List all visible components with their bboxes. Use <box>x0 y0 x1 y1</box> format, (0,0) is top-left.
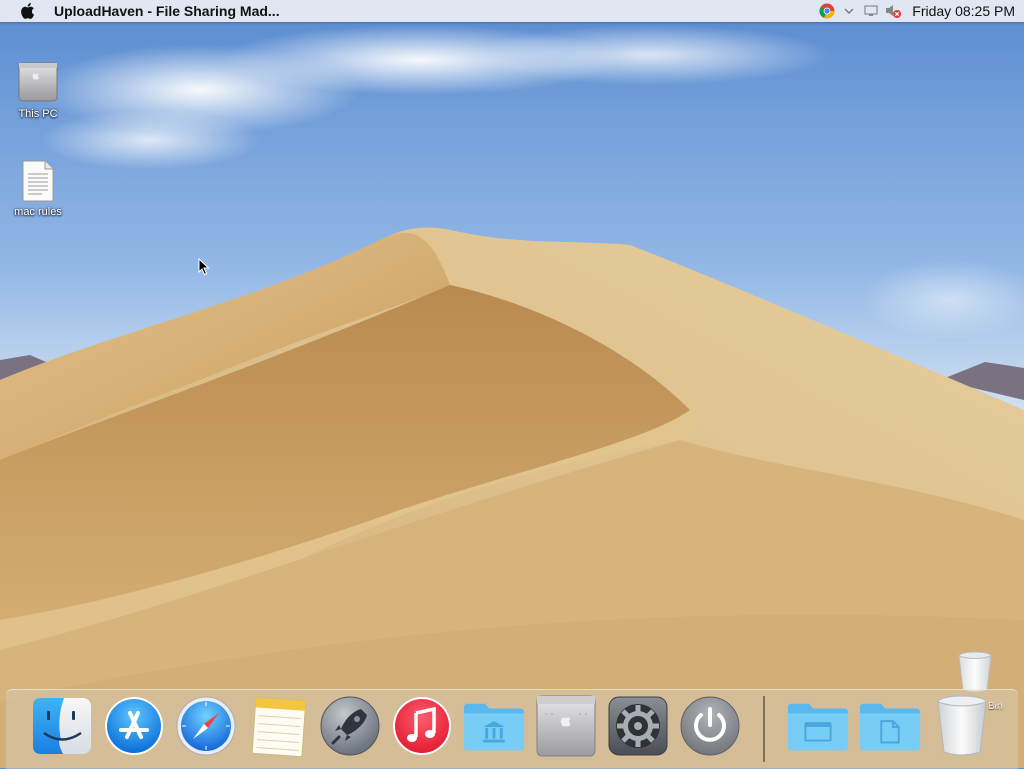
dock-item-documents-folder[interactable] <box>786 694 850 758</box>
dock-item-files-folder[interactable] <box>858 694 922 758</box>
menu-bar-tray: Friday 08:25 PM <box>818 0 1024 22</box>
desktop-wallpaper <box>0 0 1024 768</box>
dock-item-notes[interactable] <box>246 694 310 758</box>
finder-icon <box>33 698 91 754</box>
desktop-icon-label: This PC <box>18 108 58 120</box>
app-store-icon <box>105 697 163 755</box>
desktop-icon-mac-rules[interactable]: mac rules <box>6 160 70 218</box>
computer-icon <box>16 60 60 104</box>
safari-icon <box>176 696 236 756</box>
menu-bar-clock[interactable]: Friday 08:25 PM <box>912 3 1015 19</box>
menu-bar: UploadHaven - File Sharing Mad... Friday… <box>0 0 1024 22</box>
dock-item-applications-folder[interactable] <box>462 694 526 758</box>
dock-item-app-store[interactable] <box>102 694 166 758</box>
dock-item-this-pc[interactable] <box>534 694 598 758</box>
desktop-icon-label: mac rules <box>14 206 62 218</box>
power-icon <box>680 696 740 756</box>
volume-muted-icon[interactable] <box>884 2 902 20</box>
dock-item-finder[interactable] <box>30 694 94 758</box>
recycle-bin-label: Bin <box>988 701 1003 712</box>
desktop-recycle-bin-icon[interactable] <box>956 650 994 694</box>
dock-item-recycle-bin[interactable] <box>930 694 994 758</box>
applications-folder-icon <box>463 703 525 751</box>
dock-item-safari[interactable] <box>174 694 238 758</box>
dock-item-power[interactable] <box>678 694 742 758</box>
text-document-icon <box>20 160 56 202</box>
apple-menu-icon[interactable] <box>18 2 36 20</box>
documents-folder-icon <box>787 703 849 751</box>
dock-item-launchpad[interactable] <box>318 694 382 758</box>
itunes-icon <box>393 697 451 755</box>
network-icon[interactable] <box>862 2 880 20</box>
gear-icon <box>608 696 668 756</box>
chevron-down-icon[interactable] <box>840 2 858 20</box>
chrome-icon[interactable] <box>818 2 836 20</box>
trash-icon <box>937 695 987 756</box>
dock-item-itunes[interactable] <box>390 694 454 758</box>
mouse-cursor-icon <box>198 257 210 281</box>
computer-icon <box>536 695 596 757</box>
notes-icon <box>251 697 307 757</box>
launchpad-icon <box>320 696 380 756</box>
desktop-icon-this-pc[interactable]: This PC <box>6 60 70 120</box>
dock-item-system-preferences[interactable] <box>606 694 670 758</box>
files-folder-icon <box>859 703 921 751</box>
active-app-title[interactable]: UploadHaven - File Sharing Mad... <box>54 3 280 19</box>
dock-separator <box>763 696 765 762</box>
